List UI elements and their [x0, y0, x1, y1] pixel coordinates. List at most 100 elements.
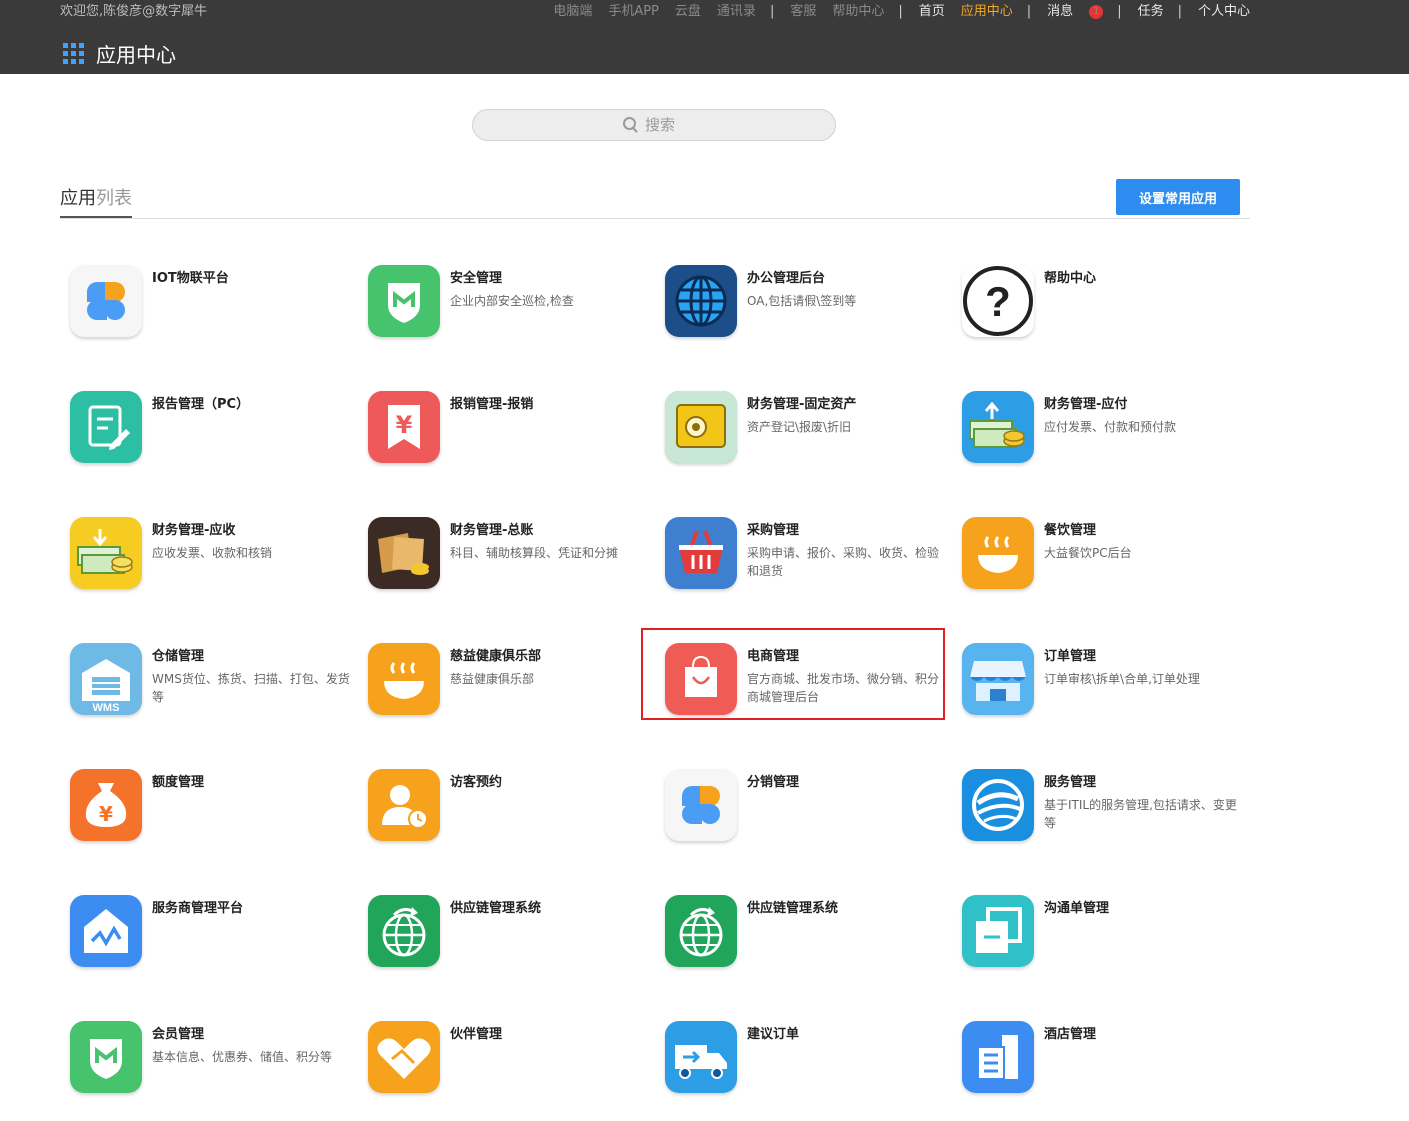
search-box[interactable]: [472, 109, 836, 141]
globe-arrow-icon: [368, 895, 440, 967]
app-name: 沟通单管理: [1044, 901, 1110, 916]
brand[interactable]: 应用中心: [63, 41, 176, 67]
nav-link[interactable]: 消息 1: [1047, 3, 1104, 21]
safe-icon: [665, 391, 737, 463]
nav-link[interactable]: 个人中心: [1198, 3, 1250, 21]
nav-label: |: [898, 4, 903, 19]
app-card[interactable]: 财务管理-应付 应付发票、付款和预付款: [952, 391, 1249, 491]
app-name: 供应链管理系统: [450, 901, 542, 916]
wallet-icon: [368, 517, 440, 589]
app-list-title: 应用列表: [60, 186, 132, 218]
welcome-text: 欢迎您,陈俊彦@数字犀牛: [60, 4, 208, 19]
app-description: 基本信息、优惠券、储值、积分等: [152, 1050, 333, 1064]
nav-separator: |: [1027, 3, 1031, 21]
brand-title: 应用中心: [96, 42, 176, 67]
nav-separator: |: [1178, 3, 1182, 21]
app-name: 建议订单: [747, 1027, 800, 1042]
storefront-icon: [962, 643, 1034, 715]
app-name: 会员管理: [152, 1027, 205, 1042]
app-description: 应收发票、收款和核销: [152, 546, 273, 560]
svg-text:¥: ¥: [396, 411, 413, 439]
app-name: 办公管理后台: [747, 271, 826, 286]
nav-label: 客服: [790, 4, 817, 19]
top-header: 欢迎您,陈俊彦@数字犀牛 电脑端 手机APP 云盘 通讯录 | 客服 帮助中心 | 首页 应用中心…: [0, 0, 1409, 74]
app-card[interactable]: 餐饮管理 大益餐饮PC后台: [952, 517, 1249, 617]
app-card[interactable]: 报告管理（PC）: [60, 391, 357, 491]
nav-link[interactable]: 任务: [1138, 3, 1164, 21]
app-card[interactable]: 财务管理-总账 科目、辅助核算段、凭证和分摊: [358, 517, 655, 617]
house-chart-icon: [70, 895, 142, 967]
app-name: 仓储管理: [152, 649, 205, 664]
app-card[interactable]: 慈益健康俱乐部 慈益健康俱乐部: [358, 643, 655, 743]
app-card[interactable]: 办公管理后台 OA,包括请假\签到等: [655, 265, 952, 365]
app-card[interactable]: 服务商管理平台: [60, 895, 357, 995]
app-card[interactable]: 建议订单: [655, 1021, 952, 1121]
app-description: 采购申请、报价、采购、收货、检验和退货: [747, 546, 940, 578]
app-card[interactable]: 沟通单管理: [952, 895, 1249, 995]
truck-icon: [665, 1021, 737, 1093]
app-description: 订单审核\拆单\合单,订单处理: [1044, 672, 1200, 686]
app-card[interactable]: ? 帮助中心: [952, 265, 1249, 365]
divider: [60, 218, 1250, 219]
app-description: 官方商城、批发市场、微分销、积分商城管理后台: [747, 672, 940, 704]
app-card[interactable]: IOT物联平台: [60, 265, 357, 365]
app-name: 慈益健康俱乐部: [450, 649, 542, 664]
nav-link[interactable]: 应用中心: [961, 3, 1013, 21]
nav-link[interactable]: 首页: [919, 3, 945, 21]
visitor-icon: [368, 769, 440, 841]
nav-link[interactable]: 通讯录: [717, 3, 756, 21]
svg-text:¥: ¥: [99, 802, 113, 826]
nav-label: 任务: [1137, 4, 1164, 19]
svg-text:?: ?: [985, 278, 1011, 325]
nav-link[interactable]: 帮助中心: [832, 3, 884, 21]
report-icon: [70, 391, 142, 463]
warehouse-icon: WMS: [70, 643, 142, 715]
app-card[interactable]: 酒店管理: [952, 1021, 1249, 1121]
list-title-b: 列表: [96, 188, 132, 209]
nav-link[interactable]: 云盘: [675, 3, 701, 21]
app-card[interactable]: ¥ 报销管理-报销: [358, 391, 655, 491]
set-common-apps-button[interactable]: 设置常用应用: [1116, 179, 1240, 215]
app-card[interactable]: ¥ 额度管理: [60, 769, 357, 869]
nav-separator: |: [1117, 3, 1121, 21]
app-card[interactable]: 分销管理: [655, 769, 952, 869]
app-card[interactable]: 供应链管理系统: [655, 895, 952, 995]
app-card[interactable]: 供应链管理系统: [358, 895, 655, 995]
app-card[interactable]: 采购管理 采购申请、报价、采购、收货、检验和退货: [655, 517, 952, 617]
app-card[interactable]: 服务管理 基于ITIL的服务管理,包括请求、变更等: [952, 769, 1249, 869]
app-description: WMS货位、拣货、扫描、打包、发货等: [152, 672, 350, 704]
nav-link[interactable]: 手机APP: [608, 3, 659, 21]
app-card[interactable]: 安全管理 企业内部安全巡检,检查: [358, 265, 655, 365]
top-nav: 电脑端 手机APP 云盘 通讯录 | 客服 帮助中心 | 首页 应用中心 | 消息 1 | 任务 | 个人中心: [537, 3, 1250, 21]
app-name: 财务管理-总账: [450, 523, 534, 538]
app-card[interactable]: 电商管理 官方商城、批发市场、微分销、积分商城管理后台: [655, 643, 952, 743]
app-card[interactable]: 财务管理-应收 应收发票、收款和核销: [60, 517, 357, 617]
app-card[interactable]: 订单管理订单审核\拆单\合单,订单处理: [952, 643, 1249, 743]
layers-icon: [962, 895, 1034, 967]
app-name: 服务商管理平台: [152, 901, 244, 916]
app-name: 报销管理-报销: [450, 397, 534, 412]
nav-link[interactable]: 电脑端: [553, 3, 592, 21]
search-icon: [623, 116, 636, 130]
app-card[interactable]: 访客预约: [358, 769, 655, 869]
app-description: 应付发票、付款和预付款: [1044, 420, 1177, 434]
search-input[interactable]: [645, 116, 685, 134]
nav-label: |: [1117, 4, 1122, 19]
nav-label: 电脑端: [553, 4, 593, 19]
nav-label: |: [1177, 4, 1182, 19]
app-name: 报告管理（PC）: [152, 397, 250, 412]
app-card[interactable]: WMS 仓储管理 WMS货位、拣货、扫描、打包、发货等: [60, 643, 357, 743]
message-count-badge: 1: [1089, 5, 1104, 19]
swirl-icon: [962, 769, 1034, 841]
building-icon: [962, 1021, 1034, 1093]
app-name: 订单管理: [1044, 649, 1097, 664]
nav-link[interactable]: 客服: [790, 3, 816, 21]
yen-bookmark-icon: ¥: [368, 391, 440, 463]
shield-icon: [368, 265, 440, 337]
app-card[interactable]: 财务管理-固定资产 资产登记\报废\折旧: [655, 391, 952, 491]
app-name: 访客预约: [450, 775, 503, 790]
app-name: 服务管理: [1044, 775, 1097, 790]
app-card[interactable]: 伙伴管理: [358, 1021, 655, 1121]
question-icon: ?: [962, 265, 1034, 337]
app-card[interactable]: 会员管理基本信息、优惠券、储值、积分等: [60, 1021, 357, 1121]
